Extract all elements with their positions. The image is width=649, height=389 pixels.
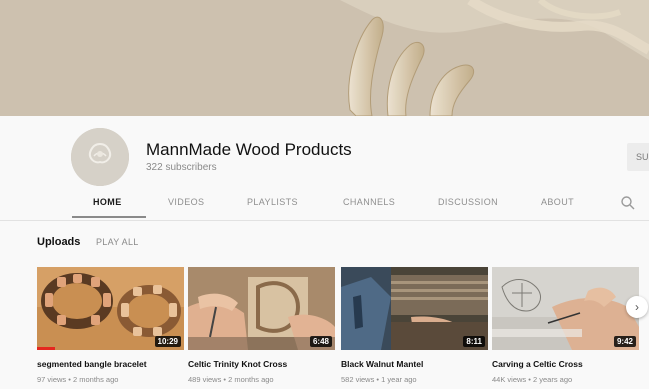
subscriber-count: 322 subscribers [146, 162, 217, 173]
video-meta: 489 views • 2 months ago [188, 375, 274, 384]
video-meta: 582 views • 1 year ago [341, 375, 417, 384]
video-duration: 10:29 [154, 336, 181, 347]
video-card[interactable]: 9:42 Carving a Celtic Cross 44K views • … [492, 267, 639, 384]
tab-videos[interactable]: VIDEOS [168, 197, 204, 207]
channel-name: MannMade Wood Products [146, 140, 352, 159]
tab-discussion[interactable]: DISCUSSION [438, 197, 498, 207]
avatar-image [71, 128, 129, 186]
video-thumbnail[interactable]: 8:11 [341, 267, 488, 350]
chevron-right-icon[interactable]: › [626, 296, 648, 318]
tab-playlists[interactable]: PLAYLISTS [247, 197, 298, 207]
channel-banner [0, 0, 649, 116]
video-title[interactable]: segmented bangle bracelet [37, 359, 184, 369]
channel-tabs: HOME VIDEOS PLAYLISTS CHANNELS DISCUSSIO… [0, 190, 649, 220]
play-all-button[interactable]: PLAY ALL [96, 237, 139, 247]
video-meta: 44K views • 2 years ago [492, 375, 573, 384]
video-title[interactable]: Celtic Trinity Knot Cross [188, 359, 335, 369]
video-card[interactable]: 8:11 Black Walnut Mantel 582 views • 1 y… [341, 267, 488, 384]
subscribe-button[interactable]: SU [627, 143, 649, 171]
active-tab-indicator [72, 216, 146, 218]
watch-progress-bar [37, 347, 55, 350]
video-duration: 6:48 [309, 336, 332, 347]
video-thumbnail[interactable]: 10:29 [37, 267, 184, 350]
video-card[interactable]: 10:29 segmented bangle bracelet 97 views… [37, 267, 184, 384]
tabs-divider [0, 220, 649, 221]
video-duration: 8:11 [463, 336, 485, 347]
banner-image [0, 0, 649, 116]
tab-home[interactable]: HOME [93, 197, 122, 207]
video-title[interactable]: Black Walnut Mantel [341, 359, 488, 369]
tab-about[interactable]: ABOUT [541, 197, 574, 207]
channel-avatar[interactable] [71, 128, 129, 186]
video-title[interactable]: Carving a Celtic Cross [492, 359, 639, 369]
video-card[interactable]: 6:48 Celtic Trinity Knot Cross 489 views… [188, 267, 335, 384]
video-duration: 9:42 [613, 336, 636, 347]
search-icon[interactable] [620, 195, 636, 211]
tab-channels[interactable]: CHANNELS [343, 197, 395, 207]
video-meta: 97 views • 2 months ago [37, 375, 119, 384]
uploads-section-title[interactable]: Uploads [37, 236, 80, 248]
video-thumbnail[interactable]: 9:42 [492, 267, 639, 350]
video-thumbnail[interactable]: 6:48 [188, 267, 335, 350]
